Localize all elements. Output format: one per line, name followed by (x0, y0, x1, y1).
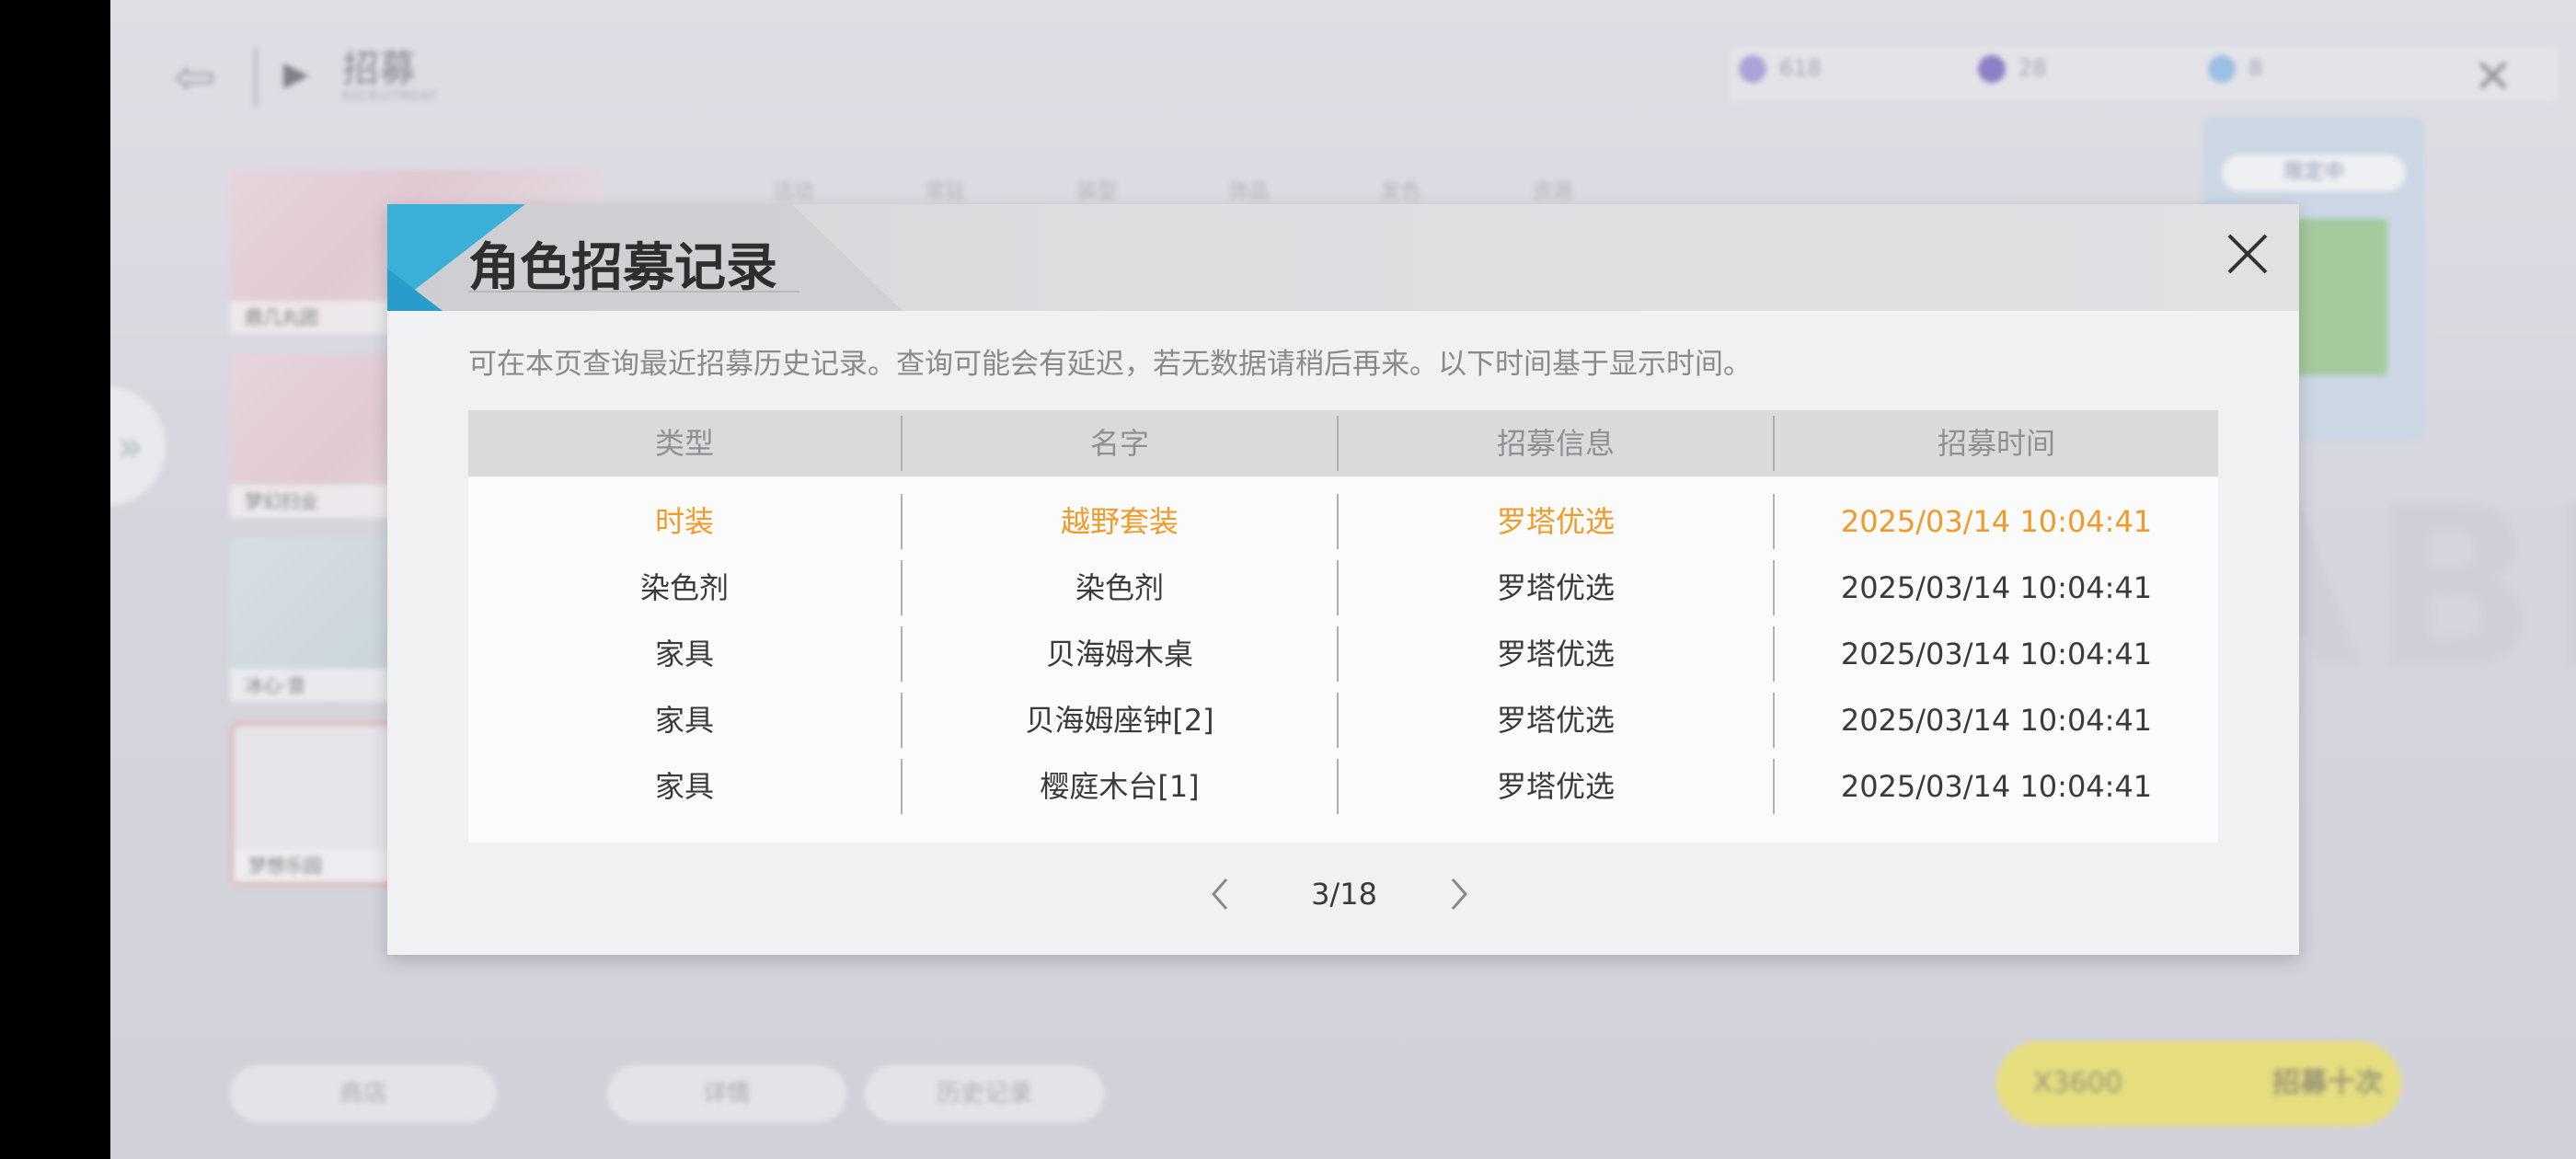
cell-name: 贝海姆木桌 (1045, 637, 1193, 671)
cell-info: 罗塔优选 (1496, 570, 1615, 605)
column-divider (1337, 494, 1339, 549)
column-divider (1773, 693, 1775, 748)
column-divider (901, 693, 903, 748)
dialog-title: 角色招募记录 (468, 237, 777, 298)
table-row: 家具 贝海姆木桌 罗塔优选 2025/03/14 10:04:41 (468, 621, 2218, 687)
column-header-name: 名字 (1089, 426, 1149, 461)
page-indicator: 3/18 (1311, 877, 1377, 912)
column-divider (901, 560, 903, 615)
recruit-history-dialog: 角色招募记录 可在本页查询最近招募历史记录。查询可能会有延迟，若无数据请稍后再来… (387, 204, 2299, 955)
cell-info: 罗塔优选 (1496, 703, 1615, 738)
column-divider (901, 759, 903, 814)
cell-info: 罗塔优选 (1496, 769, 1615, 804)
table-row: 染色剂 染色剂 罗塔优选 2025/03/14 10:04:41 (468, 555, 2218, 621)
column-divider (901, 626, 903, 682)
column-divider (1337, 693, 1339, 748)
cell-name: 樱庭木台[1] (1040, 769, 1200, 804)
column-divider (1337, 759, 1339, 814)
cell-info: 罗塔优选 (1496, 637, 1615, 671)
column-header-type: 类型 (654, 426, 714, 461)
prev-page-chevron-icon[interactable] (1197, 866, 1243, 922)
column-divider (1773, 759, 1775, 814)
table-row: 家具 贝海姆座钟[2] 罗塔优选 2025/03/14 10:04:41 (468, 687, 2218, 753)
cell-type: 时装 (654, 504, 714, 539)
title-underline (468, 291, 799, 293)
column-divider (901, 494, 903, 549)
cell-time: 2025/03/14 10:04:41 (1840, 504, 2153, 539)
table-row: 时装 越野套装 罗塔优选 2025/03/14 10:04:41 (468, 488, 2218, 555)
cell-name: 越野套装 (1060, 504, 1179, 539)
history-table: 类型 名字 招募信息 招募时间 时装 越野套装 罗塔优选 2025/03/14 … (468, 410, 2218, 843)
cell-info: 罗塔优选 (1496, 504, 1615, 539)
cell-time: 2025/03/14 10:04:41 (1840, 637, 2153, 671)
cell-type: 染色剂 (639, 570, 729, 605)
dialog-header: 角色招募记录 (387, 204, 2299, 311)
column-header-time: 招募时间 (1937, 426, 2055, 461)
close-icon[interactable] (2222, 228, 2273, 280)
cell-type: 家具 (654, 769, 714, 804)
cell-time: 2025/03/14 10:04:41 (1840, 703, 2153, 738)
table-row: 家具 樱庭木台[1] 罗塔优选 2025/03/14 10:04:41 (468, 753, 2218, 820)
column-divider (1337, 416, 1339, 471)
column-header-info: 招募信息 (1496, 426, 1615, 461)
pagination: 3/18 (387, 866, 2299, 922)
column-divider (1773, 416, 1775, 471)
cell-name: 染色剂 (1075, 570, 1164, 605)
cell-type: 家具 (654, 637, 714, 671)
next-page-chevron-icon[interactable] (1436, 866, 1482, 922)
column-divider (1773, 494, 1775, 549)
cell-name: 贝海姆座钟[2] (1025, 703, 1214, 738)
cell-time: 2025/03/14 10:04:41 (1840, 769, 2153, 804)
dialog-description: 可在本页查询最近招募历史记录。查询可能会有延迟，若无数据请稍后再来。以下时间基于… (468, 348, 1752, 381)
column-divider (1773, 560, 1775, 615)
cell-time: 2025/03/14 10:04:41 (1840, 570, 2153, 605)
column-divider (901, 416, 903, 471)
column-divider (1337, 560, 1339, 615)
column-divider (1773, 626, 1775, 682)
table-header: 类型 名字 招募信息 招募时间 (468, 410, 2218, 476)
column-divider (1337, 626, 1339, 682)
cell-type: 家具 (654, 703, 714, 738)
